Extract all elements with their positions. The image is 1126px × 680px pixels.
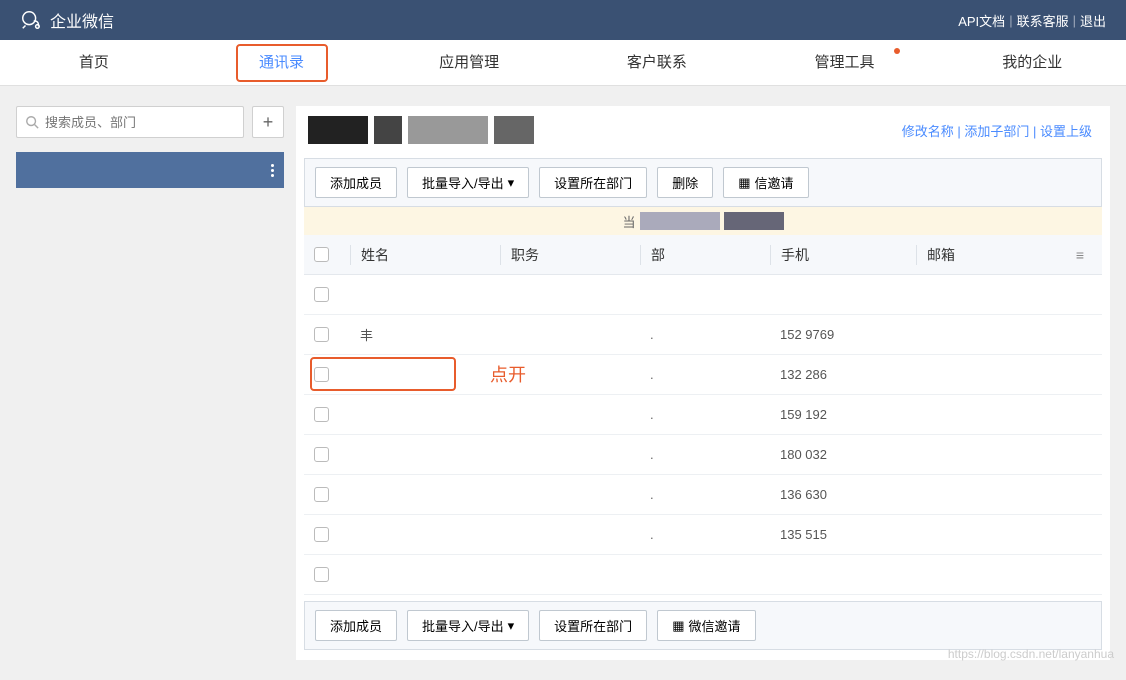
add-button[interactable]: + [252,106,284,138]
plus-icon: + [263,112,274,133]
cell-name: 丰 [350,325,500,344]
main-header: 修改名称 | 添加子部门 | 设置上级 [296,106,1110,158]
nav-apps[interactable]: 应用管理 [375,40,563,86]
columns-more-icon[interactable]: ≡ [1068,247,1092,263]
contact-support-link[interactable]: 联系客服 [1017,11,1069,30]
row-checkbox[interactable] [314,447,329,462]
nav-my-company[interactable]: 我的企业 [938,40,1126,86]
row-checkbox[interactable] [314,527,329,542]
content: + 修改名称 | 添加子部门 | 设置上级 添加成员 批量导入/导出 ▾ 设置所… [0,86,1126,680]
cell-phone: 152 9769 [770,327,916,342]
col-email: 邮箱 [916,245,1068,265]
table-row[interactable]: . 180 032 [304,435,1102,475]
set-dept-button[interactable]: 设置所在部门 [539,167,647,198]
cell-phone: 159 192 [770,407,916,422]
search-input-wrap[interactable] [16,106,244,138]
delete-button[interactable]: 删除 [657,167,713,198]
cell-dept: . [640,487,770,502]
dropdown-icon: ▾ [508,175,515,191]
add-member-button[interactable]: 添加成员 [315,167,397,198]
wechat-invite-button-bottom[interactable]: ▦ 微信邀请 [657,610,755,641]
department-item[interactable] [16,152,284,188]
cell-phone: 135 515 [770,527,916,542]
more-vertical-icon[interactable] [271,164,274,177]
select-all-checkbox[interactable] [314,247,329,262]
brand-name: 企业微信 [50,8,114,32]
nav-tools[interactable]: 管理工具 [751,40,939,86]
row-checkbox[interactable] [314,327,329,342]
header-actions: 修改名称 | 添加子部门 | 设置上级 [902,121,1092,140]
qrcode-icon: ▦ [672,618,684,634]
batch-import-export-button[interactable]: 批量导入/导出 ▾ [407,167,529,198]
nav-home[interactable]: 首页 [0,40,188,86]
cell-dept: . [640,527,770,542]
header-redacted [308,116,534,144]
qrcode-icon: ▦ [738,175,750,191]
annotation-text: 点开 [490,361,526,387]
toolbar-top: 添加成员 批量导入/导出 ▾ 设置所在部门 删除 ▦ 信邀请 [304,158,1102,207]
set-dept-button-bottom[interactable]: 设置所在部门 [539,610,647,641]
row-checkbox[interactable] [314,487,329,502]
toolbar-bottom: 添加成员 批量导入/导出 ▾ 设置所在部门 ▦ 微信邀请 [304,601,1102,650]
cell-dept: . [640,367,770,382]
table-row[interactable] [304,275,1102,315]
info-banner: 当 [304,207,1102,235]
col-dept: 部 [640,245,770,265]
batch-import-export-button-bottom[interactable]: 批量导入/导出 ▾ [407,610,529,641]
department-label [26,162,30,178]
cell-phone: 136 630 [770,487,916,502]
row-checkbox[interactable] [314,407,329,422]
main-nav: 首页 通讯录 应用管理 客户联系 管理工具 我的企业 [0,40,1126,86]
row-checkbox[interactable] [314,367,329,382]
table-header: 姓名 职务 部 手机 邮箱 ≡ [304,235,1102,275]
set-parent-link[interactable]: 设置上级 [1040,124,1092,139]
logout-link[interactable]: 退出 [1080,11,1106,30]
cell-dept: . [640,407,770,422]
table-row[interactable]: . 135 515 [304,515,1102,555]
search-input[interactable] [45,115,235,130]
table-row[interactable] [304,555,1102,595]
row-checkbox[interactable] [314,287,329,302]
col-phone: 手机 [770,245,916,265]
table-row[interactable]: 丰 . 152 9769 [304,315,1102,355]
search-icon [25,115,39,129]
col-name: 姓名 [350,245,500,265]
topbar: 企业微信 API文档 | 联系客服 | 退出 [0,0,1126,40]
brand-logo: 企业微信 [20,8,114,32]
cell-phone: 180 032 [770,447,916,462]
api-docs-link[interactable]: API文档 [958,11,1005,30]
table-row[interactable]: . 136 630 [304,475,1102,515]
add-member-button-bottom[interactable]: 添加成员 [315,610,397,641]
cell-phone: 132 286 [770,367,916,382]
main-panel: 修改名称 | 添加子部门 | 设置上级 添加成员 批量导入/导出 ▾ 设置所在部… [296,106,1110,660]
table-row[interactable]: . 159 192 [304,395,1102,435]
nav-contacts[interactable]: 通讯录 [188,40,376,86]
col-position: 职务 [500,245,640,265]
table-body: 丰 . 152 9769 . 132 286 点开 . 159 192 . 18… [304,275,1102,595]
add-sub-dept-link[interactable]: 添加子部门 [964,124,1029,139]
cell-dept: . [640,447,770,462]
nav-customer[interactable]: 客户联系 [563,40,751,86]
dropdown-icon: ▾ [508,618,515,634]
cell-dept: . [640,327,770,342]
wecom-logo-icon [20,9,42,31]
table-row[interactable]: . 132 286 点开 [304,355,1102,395]
wechat-invite-button[interactable]: ▦ 信邀请 [723,167,808,198]
watermark: https://blog.csdn.net/lanyanhua [948,647,1114,661]
top-links: API文档 | 联系客服 | 退出 [958,11,1106,30]
notification-dot-icon [894,48,900,54]
sidebar: + [16,106,284,660]
rename-link[interactable]: 修改名称 [902,124,954,139]
row-checkbox[interactable] [314,567,329,582]
